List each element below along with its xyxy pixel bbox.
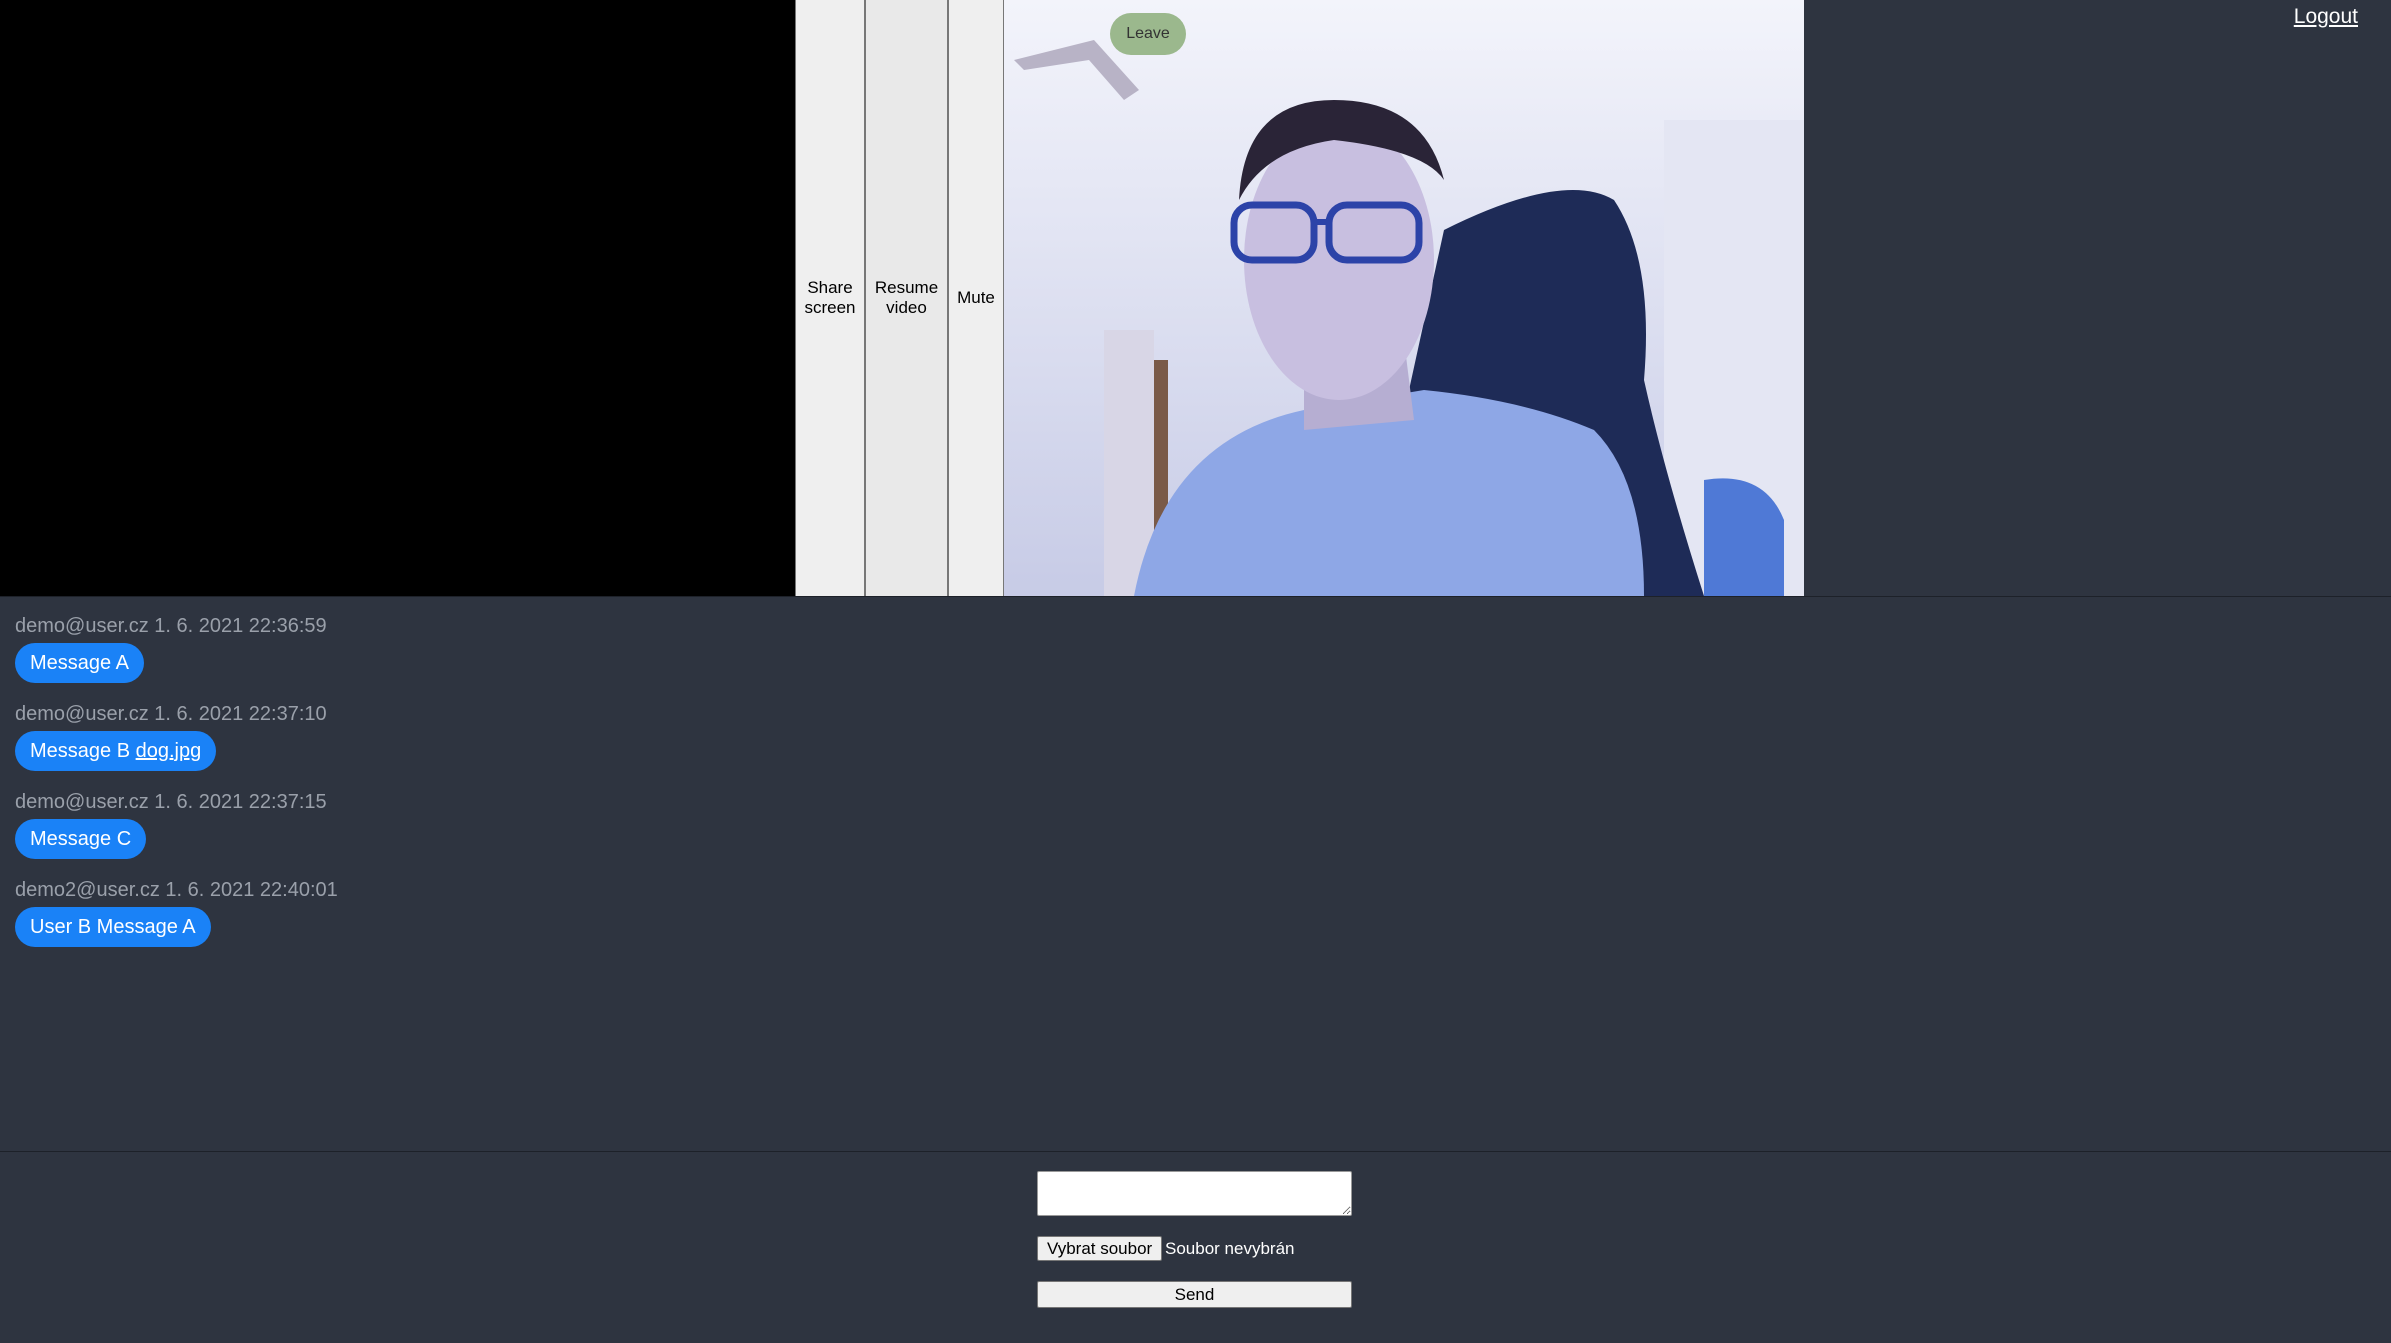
message-timestamp: 1. 6. 2021 22:37:15: [154, 791, 327, 813]
chat-messages: demo@user.cz 1. 6. 2021 22:36:59 Message…: [15, 612, 2015, 964]
message-text: Message C: [30, 828, 132, 850]
divider: [0, 1151, 2391, 1152]
message-meta: demo2@user.cz 1. 6. 2021 22:40:01: [15, 876, 2015, 905]
message-text: User B Message A: [30, 916, 196, 938]
message-bubble: Message C: [15, 819, 147, 859]
resume-video-button[interactable]: Resume video: [865, 0, 948, 596]
message-input[interactable]: [1037, 1171, 1352, 1216]
message-bubble: Message B dog.jpg: [15, 731, 217, 771]
message-author: demo@user.cz: [15, 791, 149, 813]
send-button[interactable]: Send: [1037, 1281, 1352, 1308]
remote-video: [0, 0, 795, 596]
webcam-feed-image: [1014, 40, 1804, 596]
message-bubble: Message A: [15, 643, 144, 683]
message-author: demo@user.cz: [15, 703, 149, 725]
chat-message: demo@user.cz 1. 6. 2021 22:36:59 Message…: [15, 612, 2015, 683]
leave-button[interactable]: Leave: [1110, 13, 1186, 55]
mute-button[interactable]: Mute: [948, 0, 1004, 596]
message-author: demo@user.cz: [15, 615, 149, 637]
message-author: demo2@user.cz: [15, 879, 160, 901]
message-meta: demo@user.cz 1. 6. 2021 22:37:10: [15, 700, 2015, 729]
choose-file-button[interactable]: Vybrat soubor: [1037, 1236, 1163, 1261]
share-screen-button[interactable]: Share screen: [795, 0, 865, 596]
message-timestamp: 1. 6. 2021 22:37:10: [154, 703, 327, 725]
logout-link[interactable]: Logout: [2294, 5, 2358, 29]
attachment-link[interactable]: dog.jpg: [136, 740, 202, 762]
message-timestamp: 1. 6. 2021 22:36:59: [154, 615, 327, 637]
message-bubble: User B Message A: [15, 907, 211, 947]
message-text: Message B: [30, 740, 131, 762]
message-meta: demo@user.cz 1. 6. 2021 22:37:15: [15, 788, 2015, 817]
chat-message: demo@user.cz 1. 6. 2021 22:37:15 Message…: [15, 788, 2015, 859]
chat-message: demo2@user.cz 1. 6. 2021 22:40:01 User B…: [15, 876, 2015, 947]
local-video: [1004, 0, 1804, 596]
message-text: Message A: [30, 652, 129, 674]
message-timestamp: 1. 6. 2021 22:40:01: [165, 879, 338, 901]
divider: [0, 596, 2391, 597]
chat-message: demo@user.cz 1. 6. 2021 22:37:10 Message…: [15, 700, 2015, 771]
file-status: Soubor nevybrán: [1165, 1239, 1295, 1258]
message-meta: demo@user.cz 1. 6. 2021 22:36:59: [15, 612, 2015, 641]
